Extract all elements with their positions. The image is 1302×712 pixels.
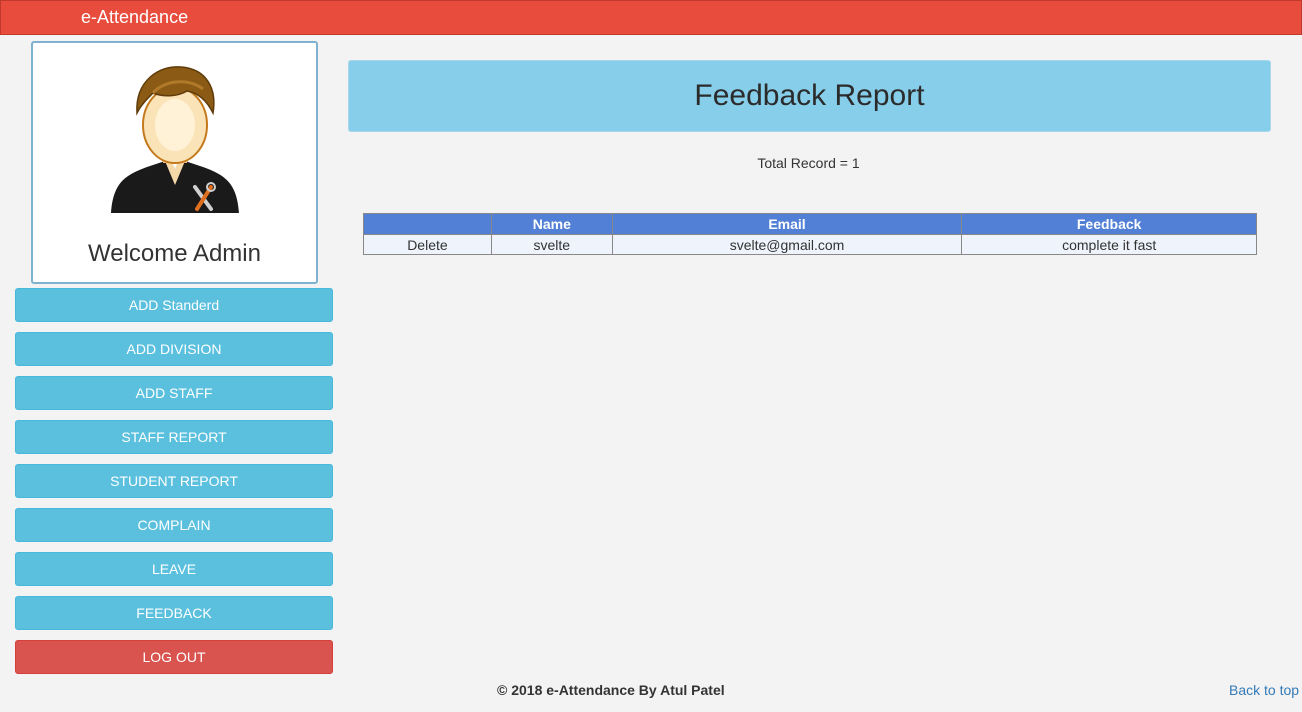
footer-copyright: © 2018 e-Attendance By Atul Patel [497,682,725,698]
delete-link[interactable]: Delete [363,234,492,255]
logout-button[interactable]: LOG OUT [15,640,333,674]
column-header-feedback: Feedback [961,213,1257,235]
add-division-button[interactable]: ADD DIVISION [15,332,333,366]
table-row: Delete svelte svelte@gmail.com complete … [363,234,1257,255]
feedback-table: Name Email Feedback Delete svelte svelte… [363,213,1257,255]
profile-card: Welcome Admin [31,41,318,284]
cell-email: svelte@gmail.com [611,234,963,255]
add-standard-button[interactable]: ADD Standerd [15,288,333,322]
brand-link[interactable]: e-Attendance [81,7,188,27]
report-header-panel: Feedback Report [348,60,1271,132]
total-record-count: Total Record = 1 [757,155,860,171]
cell-name: svelte [490,234,613,255]
feedback-button[interactable]: FEEDBACK [15,596,333,630]
welcome-text: Welcome Admin [88,240,261,267]
complain-button[interactable]: COMPLAIN [15,508,333,542]
page-title: Feedback Report [694,79,925,112]
table-header-row: Name Email Feedback [363,213,1257,235]
column-header-action [363,213,492,235]
leave-button[interactable]: LEAVE [15,552,333,586]
student-report-button[interactable]: STUDENT REPORT [15,464,333,498]
add-staff-button[interactable]: ADD STAFF [15,376,333,410]
column-header-email: Email [611,213,963,235]
top-navbar: e-Attendance [0,0,1302,35]
back-to-top-link[interactable]: Back to top [1229,682,1299,698]
admin-avatar-icon [111,66,239,213]
column-header-name: Name [490,213,613,235]
cell-feedback: complete it fast [961,234,1257,255]
staff-report-button[interactable]: STAFF REPORT [15,420,333,454]
